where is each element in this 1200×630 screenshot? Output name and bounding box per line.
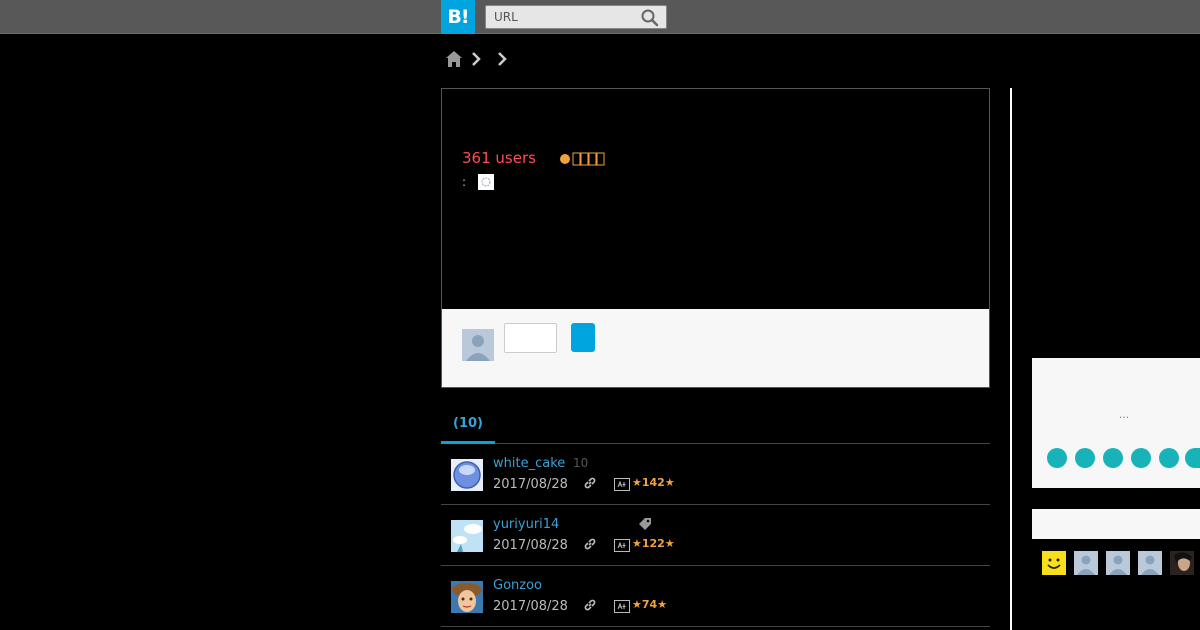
avatar-face-icon <box>451 581 483 613</box>
bookmark-user-count: 10 <box>573 456 589 470</box>
loading-ellipsis: ... <box>1118 408 1130 421</box>
search-box <box>485 5 667 29</box>
search-input[interactable] <box>486 6 644 28</box>
loading-dot <box>1047 448 1067 468</box>
comment-panel <box>442 309 989 387</box>
avatar-photo-icon <box>1170 551 1194 575</box>
chevron-right-icon <box>498 52 507 66</box>
loading-dot <box>1185 448 1200 468</box>
source-label: : <box>462 175 467 189</box>
star-count[interactable]: ★122★ <box>632 537 675 550</box>
hatena-bookmark-logo[interactable]: B! <box>441 0 475 34</box>
home-icon[interactable] <box>444 49 464 69</box>
permalink-icon[interactable] <box>583 537 597 551</box>
loading-dot <box>1159 448 1179 468</box>
bookmark-date[interactable]: 2017/08/28 <box>493 477 568 492</box>
add-star-icon[interactable] <box>614 600 630 613</box>
comment-input[interactable] <box>504 323 557 353</box>
loading-dot <box>1103 448 1123 468</box>
default-user-icon <box>1074 551 1098 575</box>
site-favicon-icon[interactable] <box>478 174 494 190</box>
bookmark-username[interactable]: white_cake <box>493 456 565 471</box>
bookmark-username[interactable]: yuriyuri14 <box>493 517 559 532</box>
fan-avatar[interactable] <box>1138 551 1162 575</box>
fan-avatar[interactable] <box>1074 551 1098 575</box>
default-user-icon <box>1106 551 1130 575</box>
default-user-icon <box>1138 551 1162 575</box>
bookmark-row: white_cake 10 2017/08/28 ★142★ <box>441 444 990 505</box>
avatar-bubble-icon <box>451 459 483 491</box>
smiley-icon <box>1042 551 1066 575</box>
sidebar-bar <box>1032 509 1200 539</box>
breadcrumb <box>441 47 521 73</box>
avatar-sky-icon <box>451 520 483 552</box>
users-count-link[interactable]: 361 users <box>462 149 536 167</box>
tag-icon <box>639 518 651 530</box>
add-star-icon[interactable] <box>614 478 630 491</box>
star-count-value: 74 <box>641 598 658 611</box>
bookmark-row: yuriyuri14 2017/08/28 ★122★ <box>441 505 990 566</box>
search-icon[interactable] <box>640 8 660 28</box>
permalink-icon[interactable] <box>583 598 597 612</box>
user-avatar <box>462 329 494 361</box>
favicon-graphic <box>481 177 491 187</box>
star-count-value: 122 <box>641 537 665 550</box>
bookmark-username[interactable]: Gonzoo <box>493 578 542 593</box>
bookmark-tabs: (10) <box>441 404 990 444</box>
default-user-icon <box>462 329 494 361</box>
loading-dot <box>1075 448 1095 468</box>
user-avatar[interactable] <box>451 459 483 491</box>
user-avatar[interactable] <box>451 581 483 613</box>
bookmark-date[interactable]: 2017/08/28 <box>493 599 568 614</box>
user-avatar[interactable] <box>451 520 483 552</box>
sidebar-panel: ... <box>1032 358 1200 488</box>
star-count-value: 142 <box>641 476 665 489</box>
fan-avatar[interactable] <box>1042 551 1066 575</box>
sidebar-divider <box>1010 88 1012 630</box>
add-bookmark-button[interactable] <box>571 323 595 352</box>
entry-summary: 361 users : <box>441 88 990 388</box>
star-count[interactable]: ★74★ <box>632 598 667 611</box>
hot-entry-badge-icon <box>560 152 605 166</box>
tab-comments[interactable]: (10) <box>441 404 495 444</box>
fan-avatar[interactable] <box>1170 551 1194 575</box>
loading-dot <box>1131 448 1151 468</box>
chevron-right-icon <box>472 52 481 66</box>
bookmark-date[interactable]: 2017/08/28 <box>493 538 568 553</box>
permalink-icon[interactable] <box>583 476 597 490</box>
star-count[interactable]: ★142★ <box>632 476 675 489</box>
fan-avatar[interactable] <box>1106 551 1130 575</box>
add-star-icon[interactable] <box>614 539 630 552</box>
bookmark-row: Gonzoo 2017/08/28 ★74★ <box>441 566 990 627</box>
